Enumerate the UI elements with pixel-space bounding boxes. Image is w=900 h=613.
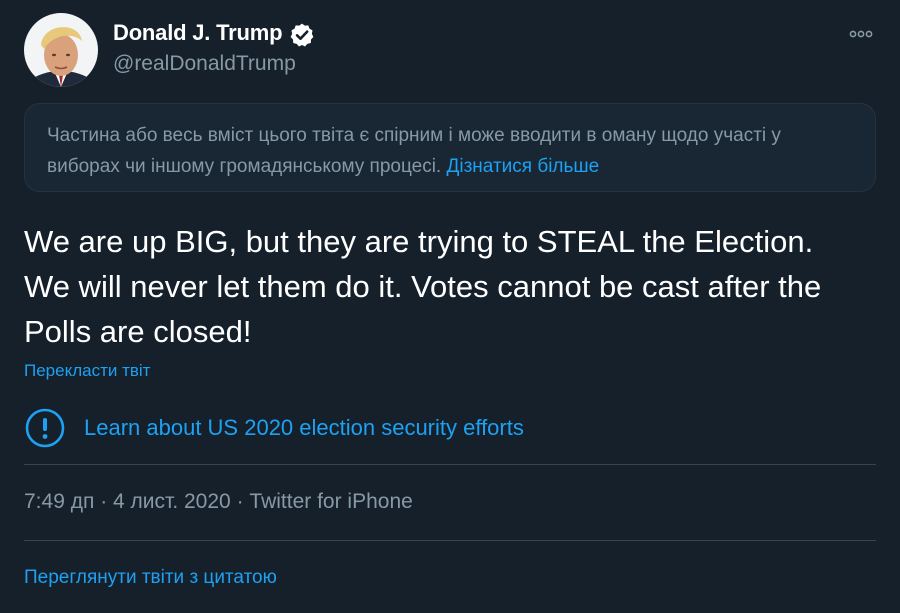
display-name[interactable]: Donald J. Trump xyxy=(113,20,283,46)
learn-more-link[interactable]: Дізнатися більше xyxy=(447,156,600,177)
verified-badge-icon xyxy=(290,23,314,47)
user-handle[interactable]: @realDonaldTrump xyxy=(113,52,296,76)
tweet-meta: 7:49 дп · 4 лист. 2020 · Twitter for iPh… xyxy=(24,490,413,514)
alert-circle-icon xyxy=(25,408,65,448)
meta-separator: · xyxy=(236,490,244,513)
tweet-time[interactable]: 7:49 дп xyxy=(24,490,94,513)
divider xyxy=(24,540,876,541)
tweet-container: Donald J. Trump @realDonaldTrump Частина… xyxy=(0,0,900,613)
election-info-label: Learn about US 2020 election security ef… xyxy=(84,415,524,440)
tweet-text: We are up BIG, but they are trying to ST… xyxy=(24,224,822,349)
divider xyxy=(24,464,876,465)
notice-text-block: Частина або весь вміст цього твіта є спі… xyxy=(47,120,847,182)
meta-separator: · xyxy=(100,490,108,513)
notice-text: Частина або весь вміст цього твіта є спі… xyxy=(47,125,781,177)
more-horizontal-icon[interactable] xyxy=(846,22,876,46)
tweet-source[interactable]: Twitter for iPhone xyxy=(249,490,412,513)
avatar[interactable] xyxy=(24,13,98,87)
user-avatar-icon xyxy=(24,13,98,87)
misleading-content-notice: Частина або весь вміст цього твіта є спі… xyxy=(24,103,876,192)
translate-tweet-link[interactable]: Перекласти твіт xyxy=(24,361,150,381)
view-quote-tweets-link[interactable]: Переглянути твіти з цитатою xyxy=(24,567,277,589)
tweet-date[interactable]: 4 лист. 2020 xyxy=(113,490,231,513)
